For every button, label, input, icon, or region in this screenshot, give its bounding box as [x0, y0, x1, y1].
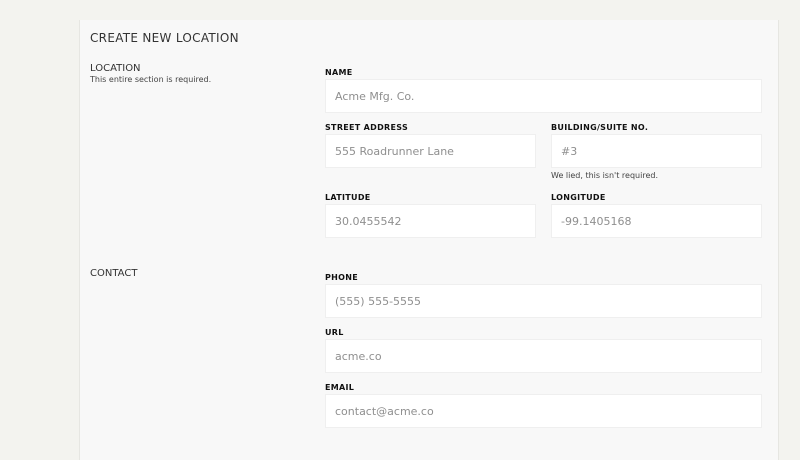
email-label: EMAIL: [325, 383, 355, 392]
building-suite-hint: We lied, this isn't required.: [551, 171, 658, 180]
latitude-label: LATITUDE: [325, 193, 371, 202]
url-input[interactable]: [325, 339, 762, 373]
page-title: CREATE NEW LOCATION: [90, 31, 239, 45]
location-section-description: This entire section is required.: [90, 75, 212, 84]
contact-section-title: CONTACT: [90, 268, 138, 279]
street-address-input[interactable]: [325, 134, 536, 168]
location-section-title: LOCATION: [90, 63, 141, 74]
name-input[interactable]: [325, 79, 762, 113]
longitude-input[interactable]: [551, 204, 762, 238]
building-suite-input[interactable]: [551, 134, 762, 168]
street-address-label: STREET ADDRESS: [325, 123, 409, 132]
email-input[interactable]: [325, 394, 762, 428]
url-label: URL: [325, 328, 344, 337]
building-suite-label: BUILDING/SUITE NO.: [551, 123, 649, 132]
longitude-label: LONGITUDE: [551, 193, 606, 202]
phone-label: PHONE: [325, 273, 359, 282]
latitude-input[interactable]: [325, 204, 536, 238]
phone-input[interactable]: [325, 284, 762, 318]
create-location-form: CREATE NEW LOCATION LOCATION This entire…: [79, 20, 779, 460]
name-label: NAME: [325, 68, 353, 77]
